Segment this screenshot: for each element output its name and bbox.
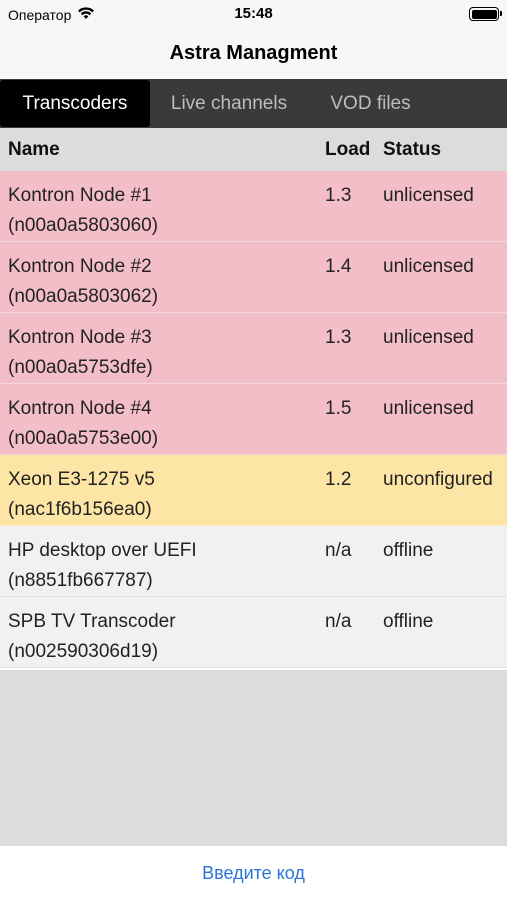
table-header: Name Load Status — [0, 128, 507, 171]
row-name-cell: SPB TV Transcoder (n002590306d19) — [0, 597, 325, 667]
row-name: Kontron Node #4 — [8, 398, 152, 419]
navigation-bar: Astra Managment — [0, 28, 507, 79]
row-name-cell: Xeon E3-1275 v5 (nac1f6b156ea0) — [0, 455, 325, 525]
segmented-tabs: Transcoders Live channels VOD files — [0, 79, 507, 128]
row-status: unconfigured — [383, 469, 493, 490]
header-name: Name — [8, 138, 60, 160]
page-title: Astra Managment — [169, 42, 338, 64]
row-status: offline — [383, 540, 434, 561]
battery-icon — [469, 7, 502, 21]
table-row[interactable]: Xeon E3-1275 v5 (nac1f6b156ea0) 1.2 unco… — [0, 455, 507, 526]
empty-table-area — [0, 670, 507, 846]
row-load: n/a — [325, 611, 352, 632]
table-row[interactable]: Kontron Node #2 (n00a0a5803062) 1.4 unli… — [0, 242, 507, 313]
row-name: Xeon E3-1275 v5 — [8, 469, 155, 490]
row-load: 1.4 — [325, 256, 352, 277]
enter-code-button[interactable]: Введите код — [202, 863, 305, 884]
table-row[interactable]: SPB TV Transcoder (n002590306d19) n/a of… — [0, 597, 507, 668]
row-load: 1.2 — [325, 469, 352, 490]
row-name: HP desktop over UEFI — [8, 540, 197, 561]
row-name-cell: Kontron Node #4 (n00a0a5753e00) — [0, 384, 325, 454]
row-name-cell: Kontron Node #1 (n00a0a5803060) — [0, 171, 325, 241]
row-status: unlicensed — [383, 185, 474, 206]
header-load: Load — [325, 138, 371, 160]
row-id: (n8851fb667787) — [8, 570, 153, 591]
tab-vod-files[interactable]: VOD files — [308, 79, 433, 128]
row-load: 1.3 — [325, 327, 352, 348]
tab-transcoders[interactable]: Transcoders — [0, 80, 150, 127]
status-time: 15:48 — [234, 5, 273, 22]
table-row[interactable]: Kontron Node #3 (n00a0a5753dfe) 1.3 unli… — [0, 313, 507, 384]
row-status: unlicensed — [383, 256, 474, 277]
row-id: (n002590306d19) — [8, 641, 159, 662]
row-load: n/a — [325, 540, 352, 561]
bottom-bar: Введите код — [0, 846, 507, 900]
row-name-cell: Kontron Node #2 (n00a0a5803062) — [0, 242, 325, 312]
row-status: unlicensed — [383, 398, 474, 419]
status-bar: Оператор 15:48 — [0, 0, 507, 28]
transcoders-table: Name Load Status Kontron Node #1 (n00a0a… — [0, 128, 507, 668]
row-id: (nac1f6b156ea0) — [8, 499, 152, 520]
battery-level — [471, 9, 497, 19]
table-row[interactable]: Kontron Node #1 (n00a0a5803060) 1.3 unli… — [0, 171, 507, 242]
row-id: (n00a0a5803060) — [8, 215, 159, 236]
row-name-cell: Kontron Node #3 (n00a0a5753dfe) — [0, 313, 325, 383]
row-load: 1.5 — [325, 398, 352, 419]
row-id: (n00a0a5753e00) — [8, 428, 159, 449]
row-name: SPB TV Transcoder — [8, 611, 176, 632]
row-status: unlicensed — [383, 327, 474, 348]
row-id: (n00a0a5803062) — [8, 286, 159, 307]
row-load: 1.3 — [325, 185, 352, 206]
row-name: Kontron Node #3 — [8, 327, 152, 348]
table-row[interactable]: HP desktop over UEFI (n8851fb667787) n/a… — [0, 526, 507, 597]
row-name: Kontron Node #1 — [8, 185, 152, 206]
tab-live-channels[interactable]: Live channels — [150, 79, 308, 128]
row-name-cell: HP desktop over UEFI (n8851fb667787) — [0, 526, 325, 596]
header-status: Status — [383, 138, 442, 160]
table-row[interactable]: Kontron Node #4 (n00a0a5753e00) 1.5 unli… — [0, 384, 507, 455]
row-status: offline — [383, 611, 434, 632]
row-name: Kontron Node #2 — [8, 256, 152, 277]
row-id: (n00a0a5753dfe) — [8, 357, 153, 378]
